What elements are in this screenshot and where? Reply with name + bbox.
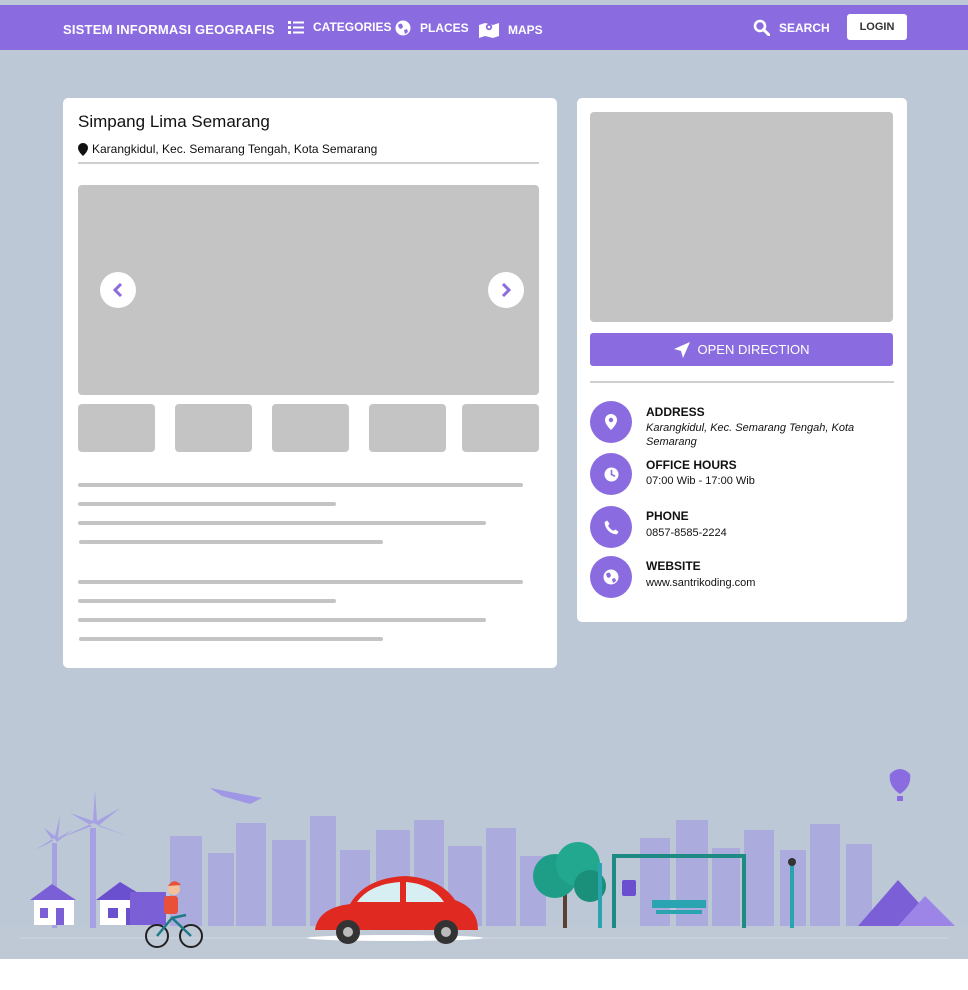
login-button[interactable]: LOGIN (847, 14, 907, 40)
text-placeholder-line (78, 599, 336, 603)
place-address-text: Karangkidul, Kec. Semarang Tengah, Kota … (92, 142, 378, 156)
airplane (210, 788, 262, 804)
location-pin-icon (78, 142, 88, 156)
text-placeholder-line (78, 580, 523, 584)
info-title: ADDRESS (646, 405, 705, 419)
carousel-prev-button[interactable] (100, 272, 136, 308)
brand-title[interactable]: SISTEM INFORMASI GEOGRAFIS (63, 22, 275, 37)
divider (78, 162, 539, 164)
text-placeholder-line (78, 502, 336, 506)
nav-label-places: PLACES (420, 21, 469, 35)
clock-icon (604, 467, 618, 481)
info-icon-circle (590, 506, 632, 548)
houses (30, 882, 166, 925)
info-icon-circle (590, 401, 632, 443)
nav-label-maps: MAPS (508, 22, 543, 37)
nav-item-maps[interactable]: MAPS (479, 21, 543, 38)
navbar: SISTEM INFORMASI GEOGRAFIS CATEGORIES PL… (0, 5, 968, 50)
place-address: Karangkidul, Kec. Semarang Tengah, Kota … (78, 142, 377, 156)
info-value: 07:00 Wib - 17:00 Wib (646, 475, 755, 487)
info-icon-circle (590, 453, 632, 495)
info-title: OFFICE HOURS (646, 458, 737, 472)
search-button[interactable]: SEARCH (753, 19, 830, 36)
info-icon-circle (590, 556, 632, 598)
search-label: SEARCH (779, 20, 830, 35)
thumbnail[interactable] (462, 404, 539, 452)
globe-icon (395, 20, 411, 36)
nav-item-places[interactable]: PLACES (395, 20, 469, 36)
hot-air-balloon (889, 769, 911, 801)
skyline (170, 816, 872, 928)
search-icon (753, 19, 770, 36)
open-direction-label: OPEN DIRECTION (697, 342, 810, 357)
info-title: PHONE (646, 509, 689, 523)
chevron-right-icon (501, 283, 511, 297)
nav-label-categories: CATEGORIES (313, 20, 392, 34)
image-carousel[interactable] (78, 185, 539, 395)
info-value-link[interactable]: www.santrikoding.com (646, 576, 886, 590)
main-content: Simpang Lima Semarang Karangkidul, Kec. … (0, 50, 968, 959)
map-icon (479, 23, 499, 38)
globe-icon (603, 569, 619, 585)
thumbnail[interactable] (175, 404, 252, 452)
map-placeholder[interactable] (590, 112, 893, 322)
nav-item-categories[interactable]: CATEGORIES (288, 20, 391, 34)
place-title: Simpang Lima Semarang (78, 112, 270, 131)
info-value: 0857-8585-2224 (646, 527, 727, 539)
chevron-left-icon (113, 283, 123, 297)
thumbnail[interactable] (272, 404, 349, 452)
text-placeholder-line (79, 637, 383, 641)
pyramids (858, 880, 955, 926)
list-icon (288, 20, 304, 34)
place-info-card: OPEN DIRECTION ADDRESS Karangkidul, Kec.… (577, 98, 907, 622)
carousel-next-button[interactable] (488, 272, 524, 308)
open-direction-button[interactable]: OPEN DIRECTION (590, 333, 893, 366)
divider (590, 381, 894, 383)
place-detail-card: Simpang Lima Semarang Karangkidul, Kec. … (63, 98, 557, 668)
navigation-arrow-icon (673, 341, 690, 358)
text-placeholder-line (79, 540, 383, 544)
ground (0, 926, 968, 959)
text-placeholder-line (78, 483, 523, 487)
thumbnail[interactable] (78, 404, 155, 452)
location-pin-icon (605, 414, 617, 430)
city-illustration (0, 769, 968, 959)
text-placeholder-line (78, 618, 486, 622)
text-placeholder-line (78, 521, 486, 525)
thumbnail[interactable] (369, 404, 446, 452)
info-value: Karangkidul, Kec. Semarang Tengah, Kota … (646, 422, 855, 448)
phone-icon (604, 520, 618, 534)
info-title: WEBSITE (646, 559, 701, 573)
